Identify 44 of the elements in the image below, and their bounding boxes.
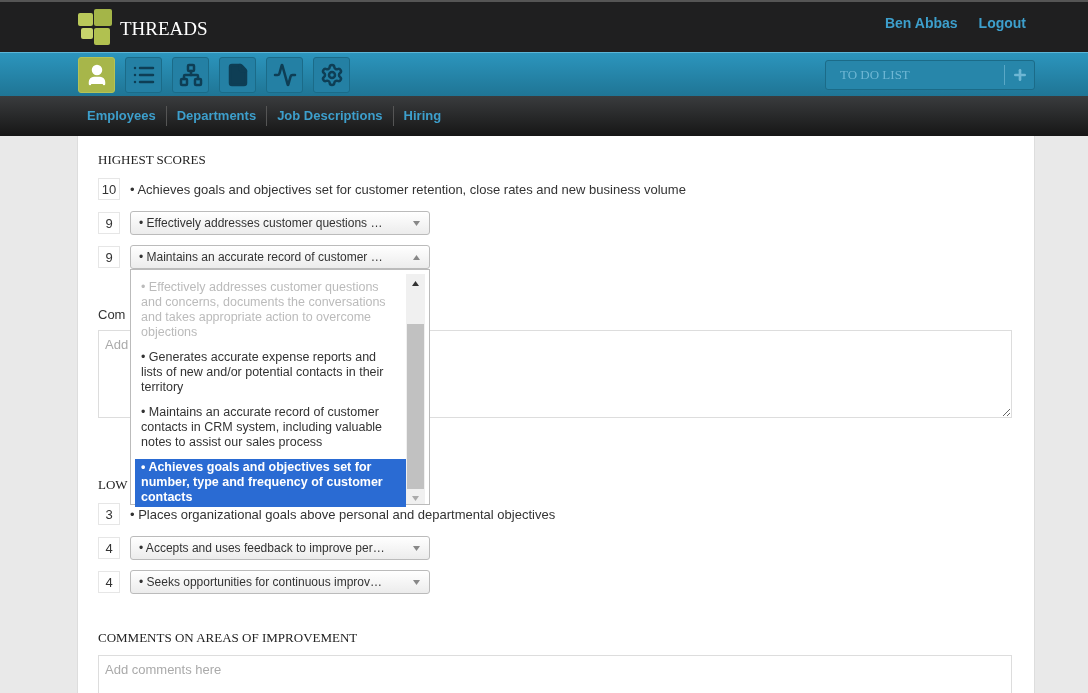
section-heading: LOW — [98, 477, 128, 492]
caret-icon — [413, 580, 420, 585]
logo-text: THREADS — [120, 18, 208, 40]
criterion-select[interactable]: • Effectively addresses customer questions … — [130, 211, 430, 235]
logout-link[interactable]: Logout — [978, 15, 1026, 31]
org-chart-icon — [178, 62, 203, 87]
section-heading: HIGHEST SCORES — [98, 152, 206, 167]
line-chart-button[interactable] — [266, 56, 303, 93]
dropdown-option[interactable]: • Achieves goals and objectives set for number, type and frequency of customer contacts — [135, 459, 406, 507]
todo-field[interactable]: TO DO LIST — [825, 59, 1035, 90]
field-label: Com — [98, 307, 126, 322]
score-value: 9 — [98, 246, 120, 268]
user-link[interactable]: Ben Abbas — [884, 15, 958, 31]
score-value: 4 — [98, 571, 120, 593]
list-button[interactable] — [125, 56, 162, 93]
caret-icon — [413, 546, 420, 551]
score-value: 9 — [98, 212, 120, 234]
line-chart-icon — [272, 62, 297, 87]
dropdown-option[interactable]: • Generates accurate expense reports and lists of new and/or potential contacts in their territory — [135, 349, 406, 397]
plus-icon — [1011, 66, 1028, 83]
comments-field[interactable]: Add comments here — [98, 655, 1012, 693]
criterion-text: • Achieves goals and objectives set for customer retention, close rates and new business volume — [130, 181, 686, 197]
caret-icon — [413, 255, 420, 260]
subnav-link[interactable]: Employees — [77, 106, 166, 126]
person-button[interactable] — [78, 56, 115, 93]
subnav-link[interactable]: Hiring — [392, 106, 452, 126]
todo-input[interactable]: TO DO LIST — [826, 65, 1004, 84]
score-value: 10 — [98, 178, 120, 200]
org-chart-button[interactable] — [172, 56, 209, 93]
score-value: 3 — [98, 503, 120, 525]
criterion-select[interactable]: • Seeks opportunities for continuous improv… — [130, 570, 430, 594]
subnav-link[interactable]: Job Descriptions — [266, 106, 393, 126]
settings-icon — [319, 62, 344, 87]
settings-button[interactable] — [313, 56, 350, 93]
scrollbar[interactable] — [406, 274, 425, 504]
section-heading: COMMENTS ON AREAS OF IMPROVEMENT — [98, 630, 358, 645]
score-value: 4 — [98, 537, 120, 559]
criterion-text: • Places organizational goals above personal and departmental objectives — [130, 506, 556, 522]
logo-icon — [78, 9, 112, 45]
criterion-select[interactable]: • Accepts and uses feedback to improve per… — [130, 536, 430, 560]
caret-icon — [413, 221, 420, 226]
criterion-select[interactable]: • Maintains an accurate record of customer … — [130, 245, 430, 269]
subnav-link[interactable]: Departments — [165, 106, 267, 126]
document-button[interactable] — [219, 56, 256, 93]
